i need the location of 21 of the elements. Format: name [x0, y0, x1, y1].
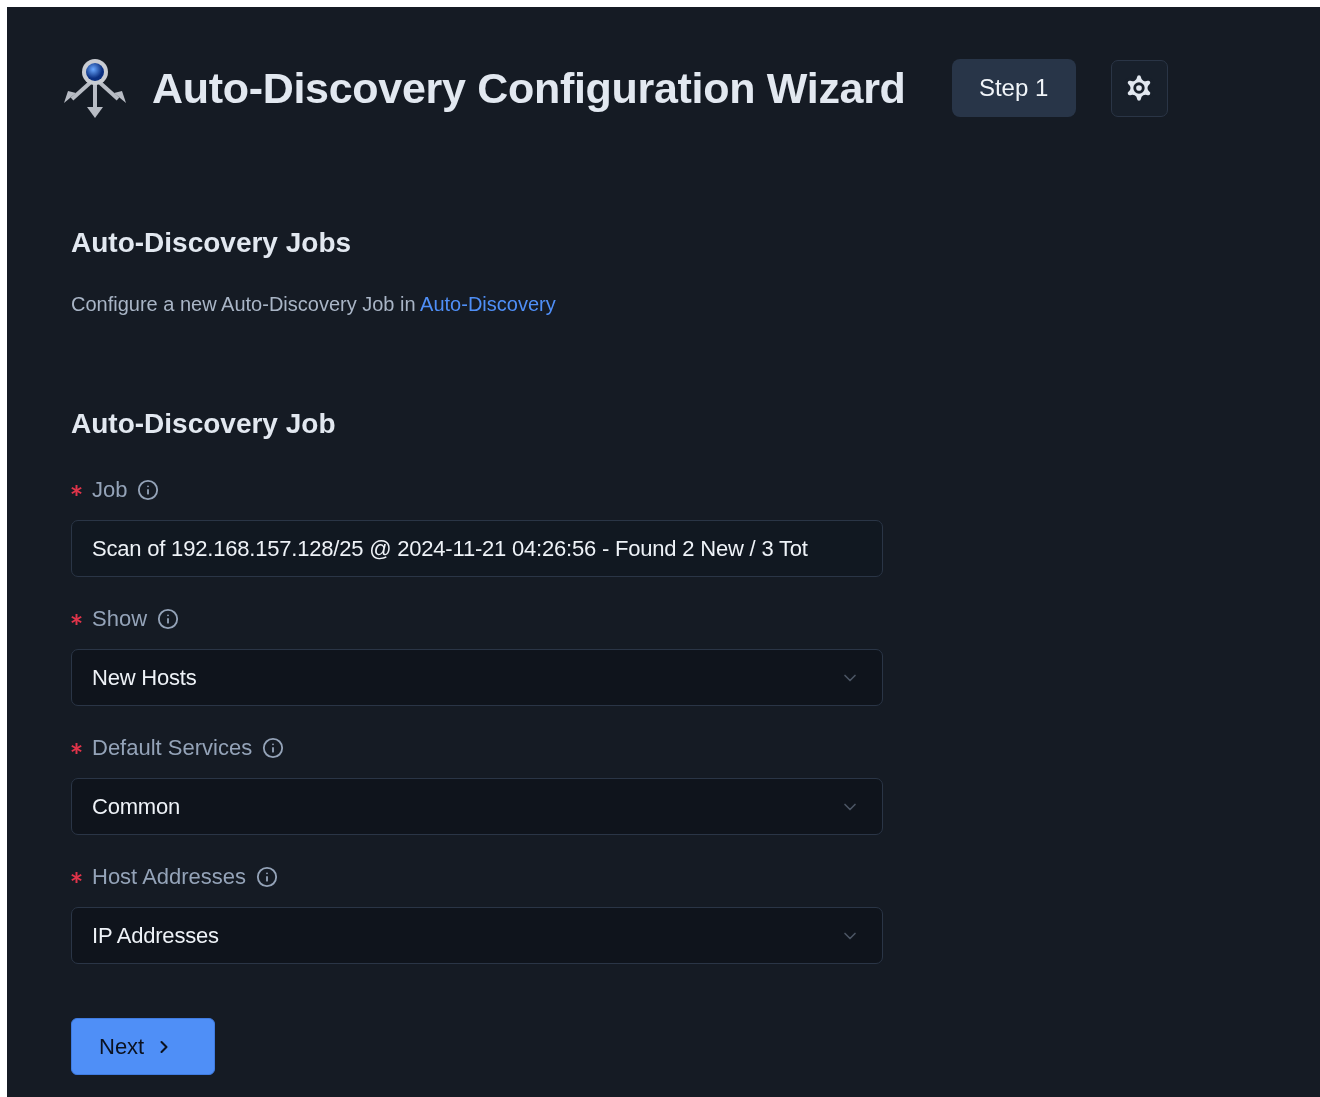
- info-icon[interactable]: [137, 479, 160, 501]
- section-description: Configure a new Auto-Discovery Job in Auto-Discovery: [71, 293, 557, 316]
- section-heading: Auto-Discovery Jobs: [71, 227, 353, 259]
- field-label: Default Services: [92, 735, 253, 761]
- info-icon[interactable]: [262, 737, 285, 759]
- input-field[interactable]: Scan of 192.168.157.128/25 @ 2024-11-21 04:26:56 - Found 2 New / 3 Tot: [71, 520, 883, 577]
- field-label: Host Addresses: [92, 864, 247, 890]
- select-field[interactable]: IP Addresses: [71, 907, 883, 964]
- step-button[interactable]: Step 1: [951, 59, 1076, 117]
- select-field[interactable]: New Hosts: [71, 649, 883, 706]
- field-label: Job: [92, 477, 128, 503]
- page-title: Auto-Discovery Configuration Wizard: [152, 63, 906, 113]
- info-icon[interactable]: [256, 866, 279, 888]
- auto-discovery-link[interactable]: Auto-Discovery: [420, 293, 556, 315]
- form-heading: Auto-Discovery Job: [71, 408, 337, 440]
- next-button[interactable]: Next: [71, 1018, 215, 1075]
- field-label: Show: [92, 606, 148, 632]
- settings-button[interactable]: [1110, 59, 1168, 117]
- select-field[interactable]: Common: [71, 778, 883, 835]
- discovery-logo-icon: [62, 57, 128, 119]
- info-icon[interactable]: [157, 608, 180, 630]
